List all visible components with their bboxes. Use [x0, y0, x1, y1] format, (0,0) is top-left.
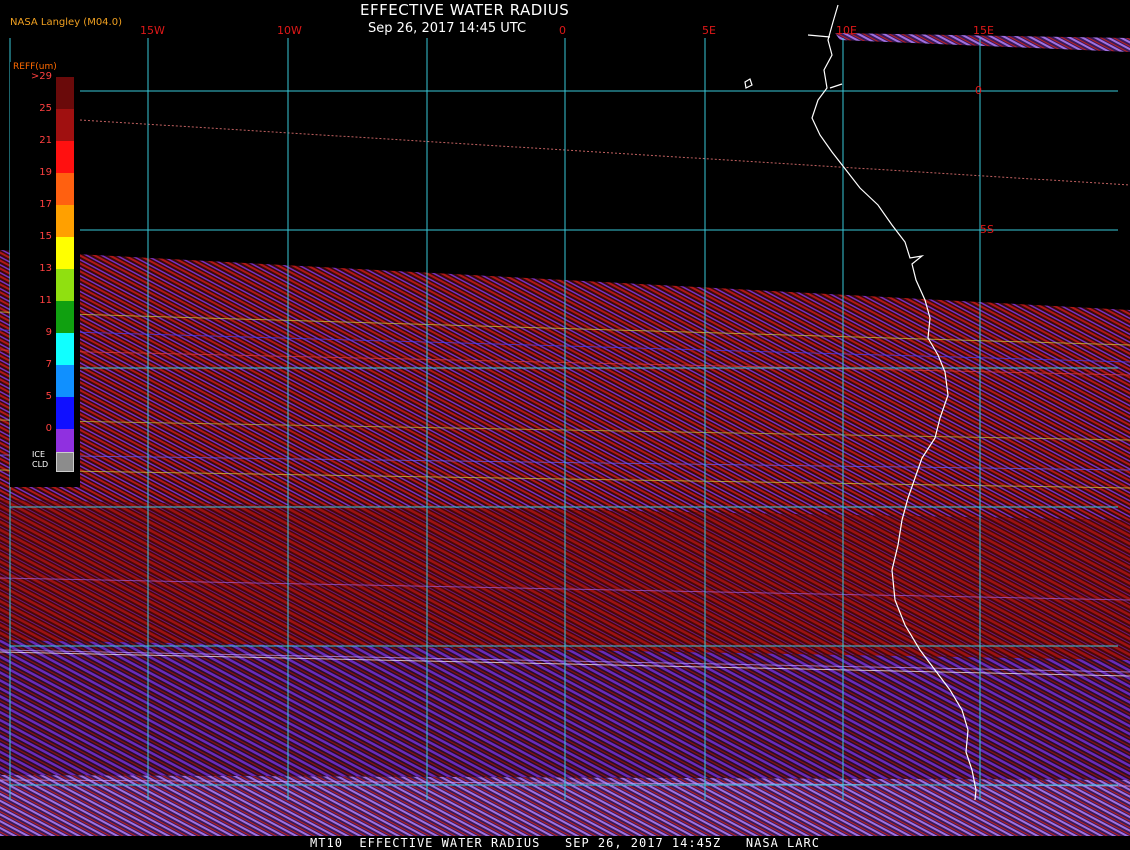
legend-tick: 9 — [45, 327, 52, 338]
legend-tick: 19 — [39, 167, 52, 178]
gabon-estuary — [829, 83, 843, 89]
footer-caption: MT10 EFFECTIVE WATER RADIUS SEP 26, 2017… — [310, 836, 820, 850]
satellite-map — [0, 4, 1130, 836]
ice-cloud-swatch — [56, 452, 74, 472]
ice-cloud-label: ICE CLD — [32, 450, 49, 469]
legend-swatch — [56, 365, 74, 397]
map-title: EFFECTIVE WATER RADIUS — [360, 1, 570, 19]
lat-label-0: 0 — [975, 84, 982, 97]
legend-swatch — [56, 237, 74, 269]
lon-label-15e: 15E — [973, 24, 994, 37]
legend-tick: 0 — [45, 423, 52, 434]
legend-tick: 17 — [39, 199, 52, 210]
gulf-coast-segment — [807, 34, 831, 38]
legend-tick: 25 — [39, 103, 52, 114]
legend-swatch — [56, 397, 74, 429]
legend-tick: 11 — [39, 295, 52, 306]
map-timestamp: Sep 26, 2017 14:45 UTC — [368, 21, 527, 36]
lat-label-5s: 5S — [980, 223, 994, 236]
legend-swatch — [56, 301, 74, 333]
legend-tick: 15 — [39, 231, 52, 242]
producer-credit: NASA Langley (M04.0) — [10, 17, 122, 28]
legend-swatch — [56, 333, 74, 365]
legend-tick: 21 — [39, 135, 52, 146]
legend-swatch — [56, 269, 74, 301]
lon-label-10e: 10E — [836, 24, 857, 37]
lon-label-15w: 15W — [140, 24, 165, 37]
bioko-island — [744, 78, 753, 89]
legend-tick: 13 — [39, 263, 52, 274]
lon-label-0: 0 — [559, 24, 566, 37]
legend-swatch — [56, 205, 74, 237]
legend-swatch — [56, 77, 74, 109]
color-legend: REFF(um) >29 25 21 19 17 15 13 11 9 7 5 0 ICE CLD — [10, 62, 80, 487]
legend-swatch — [56, 141, 74, 173]
legend-tick: 7 — [45, 359, 52, 370]
swath-edge-line — [79, 119, 1130, 186]
lon-label-5e: 5E — [702, 24, 716, 37]
legend-swatch — [56, 109, 74, 141]
legend-tick: 5 — [45, 391, 52, 402]
legend-swatch — [56, 173, 74, 205]
legend-tick: >29 — [30, 71, 52, 82]
lon-label-10w: 10W — [277, 24, 302, 37]
